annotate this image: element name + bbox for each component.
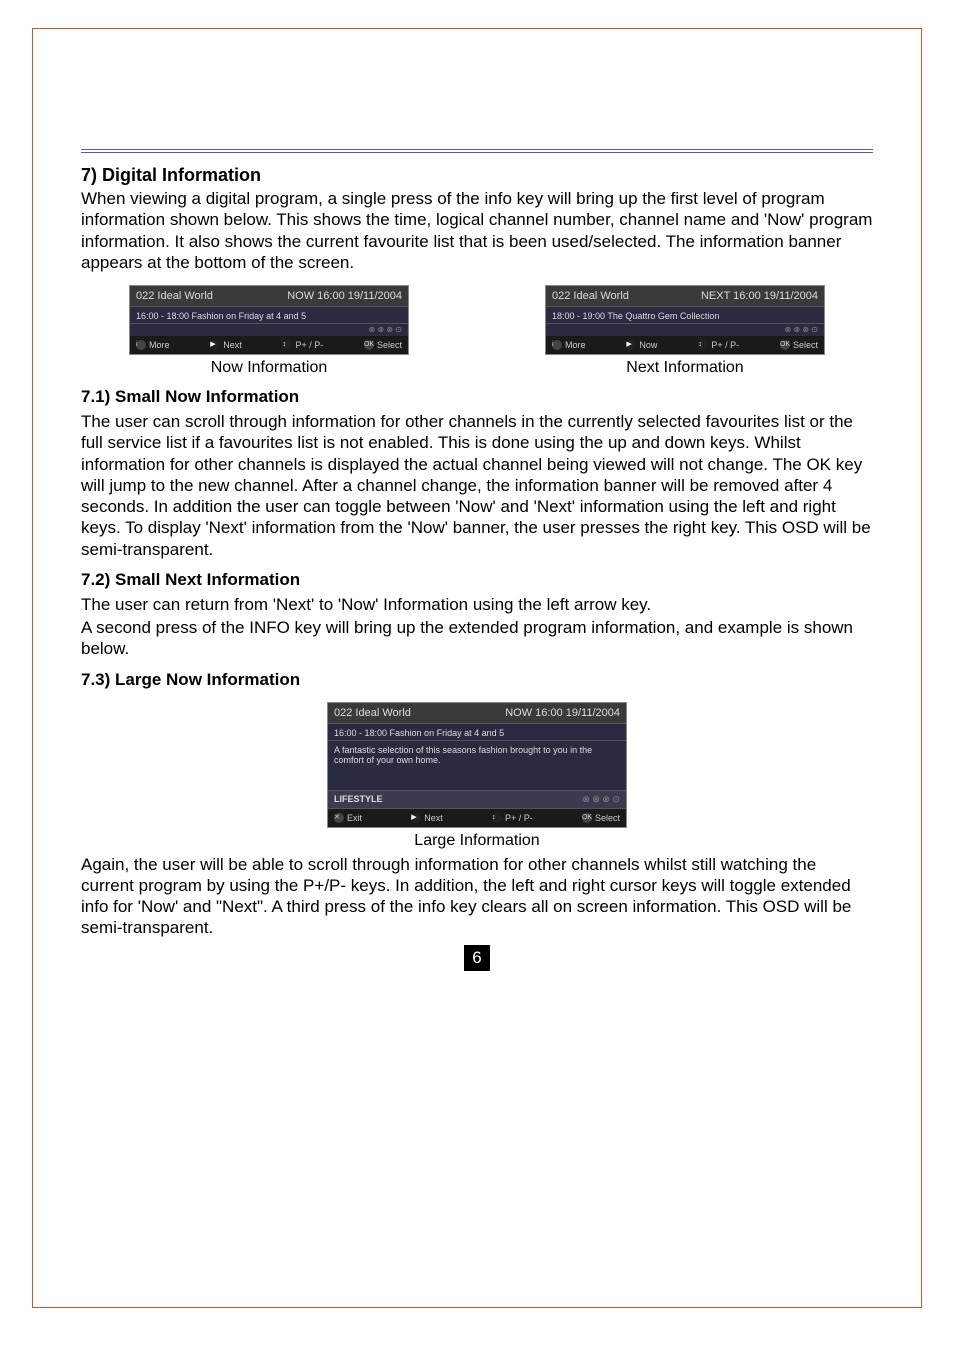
updown-icon: ↕ <box>282 340 292 350</box>
section-71-title: 7.1) Small Now Information <box>81 387 873 407</box>
ok-icon: OK <box>364 340 374 350</box>
page-number-wrap: 6 <box>81 941 873 971</box>
osd-now-header: 022 Ideal World NOW 16:00 19/11/2004 <box>130 286 408 307</box>
osd-now-pkeys: ↕P+ / P- <box>282 340 323 350</box>
info-icon: i <box>552 340 562 350</box>
osd-large-description: A fantastic selection of this seasons fa… <box>328 741 626 791</box>
osd-next-footer: iMore ▶Now ↕P+ / P- OKSelect <box>546 336 824 354</box>
updown-icon: ↕ <box>492 813 502 823</box>
page-number: 6 <box>464 945 490 971</box>
osd-now-next: ▶Next <box>210 340 242 350</box>
osd-next-status-icons: ⊗ ⊗ ⊗ ⊙ <box>546 324 824 336</box>
osd-now-time: NOW 16:00 19/11/2004 <box>287 290 402 302</box>
play-icon: ▶ <box>411 813 421 823</box>
osd-next-channel: 022 Ideal World <box>552 290 629 302</box>
osd-next-header: 022 Ideal World NEXT 16:00 19/11/2004 <box>546 286 824 307</box>
info-icon: i <box>136 340 146 350</box>
osd-now-program: 16:00 - 18:00 Fashion on Friday at 4 and… <box>130 307 408 324</box>
osd-now-column: 022 Ideal World NOW 16:00 19/11/2004 16:… <box>129 285 409 377</box>
osd-large-select: OKSelect <box>582 813 620 823</box>
osd-small-row: 022 Ideal World NOW 16:00 19/11/2004 16:… <box>81 285 873 377</box>
play-icon: ▶ <box>210 340 220 350</box>
osd-large-program: 16:00 - 18:00 Fashion on Friday at 4 and… <box>328 724 626 741</box>
ok-icon: OK <box>780 340 790 350</box>
osd-large-status-icons: ⊗ ⊗ ⊗ ⊙ <box>582 794 620 805</box>
osd-now-caption: Now Information <box>211 359 328 377</box>
osd-now-footer: iMore ▶Next ↕P+ / P- OKSelect <box>130 336 408 354</box>
osd-large-next: ▶Next <box>411 813 443 823</box>
section-72-title: 7.2) Small Next Information <box>81 570 873 590</box>
section-7-title: 7) Digital Information <box>81 165 873 186</box>
section-73-title: 7.3) Large Now Information <box>81 670 873 690</box>
osd-next-now: ▶Now <box>626 340 657 350</box>
osd-large-genre-row: LIFESTYLE ⊗ ⊗ ⊗ ⊙ <box>328 791 626 809</box>
section-7-intro: When viewing a digital program, a single… <box>81 188 873 273</box>
section-72-body2: A second press of the INFO key will brin… <box>81 617 873 660</box>
osd-large-exit: ✕Exit <box>334 813 362 823</box>
osd-large-genre: LIFESTYLE <box>334 794 383 805</box>
osd-now-channel: 022 Ideal World <box>136 290 213 302</box>
exit-icon: ✕ <box>334 813 344 823</box>
section-73-body: Again, the user will be able to scroll t… <box>81 854 873 939</box>
section-71-body: The user can scroll through information … <box>81 411 873 560</box>
osd-next-caption: Next Information <box>626 359 743 377</box>
osd-now-status-icons: ⊗ ⊗ ⊗ ⊙ <box>130 324 408 336</box>
osd-large-channel: 022 Ideal World <box>334 707 411 719</box>
osd-now-banner: 022 Ideal World NOW 16:00 19/11/2004 16:… <box>129 285 409 355</box>
osd-large-footer: ✕Exit ▶Next ↕P+ / P- OKSelect <box>328 809 626 827</box>
osd-large-pkeys: ↕P+ / P- <box>492 813 533 823</box>
page-frame: 7) Digital Information When viewing a di… <box>32 28 922 1308</box>
osd-next-more: iMore <box>552 340 586 350</box>
section-divider <box>81 149 873 153</box>
osd-now-more: iMore <box>136 340 170 350</box>
ok-icon: OK <box>582 813 592 823</box>
osd-next-program: 18:00 - 19:00 The Quattro Gem Collection <box>546 307 824 324</box>
osd-large-banner: 022 Ideal World NOW 16:00 19/11/2004 16:… <box>327 702 627 828</box>
osd-next-pkeys: ↕P+ / P- <box>698 340 739 350</box>
osd-next-select: OKSelect <box>780 340 818 350</box>
osd-large-time: NOW 16:00 19/11/2004 <box>505 707 620 719</box>
osd-now-select: OKSelect <box>364 340 402 350</box>
osd-large-header: 022 Ideal World NOW 16:00 19/11/2004 <box>328 703 626 724</box>
osd-large-block: 022 Ideal World NOW 16:00 19/11/2004 16:… <box>81 694 873 854</box>
osd-next-column: 022 Ideal World NEXT 16:00 19/11/2004 18… <box>545 285 825 377</box>
osd-next-time: NEXT 16:00 19/11/2004 <box>701 290 818 302</box>
osd-large-caption: Large Information <box>414 832 539 850</box>
section-72-body1: The user can return from 'Next' to 'Now'… <box>81 594 873 615</box>
updown-icon: ↕ <box>698 340 708 350</box>
osd-next-banner: 022 Ideal World NEXT 16:00 19/11/2004 18… <box>545 285 825 355</box>
play-icon: ▶ <box>626 340 636 350</box>
